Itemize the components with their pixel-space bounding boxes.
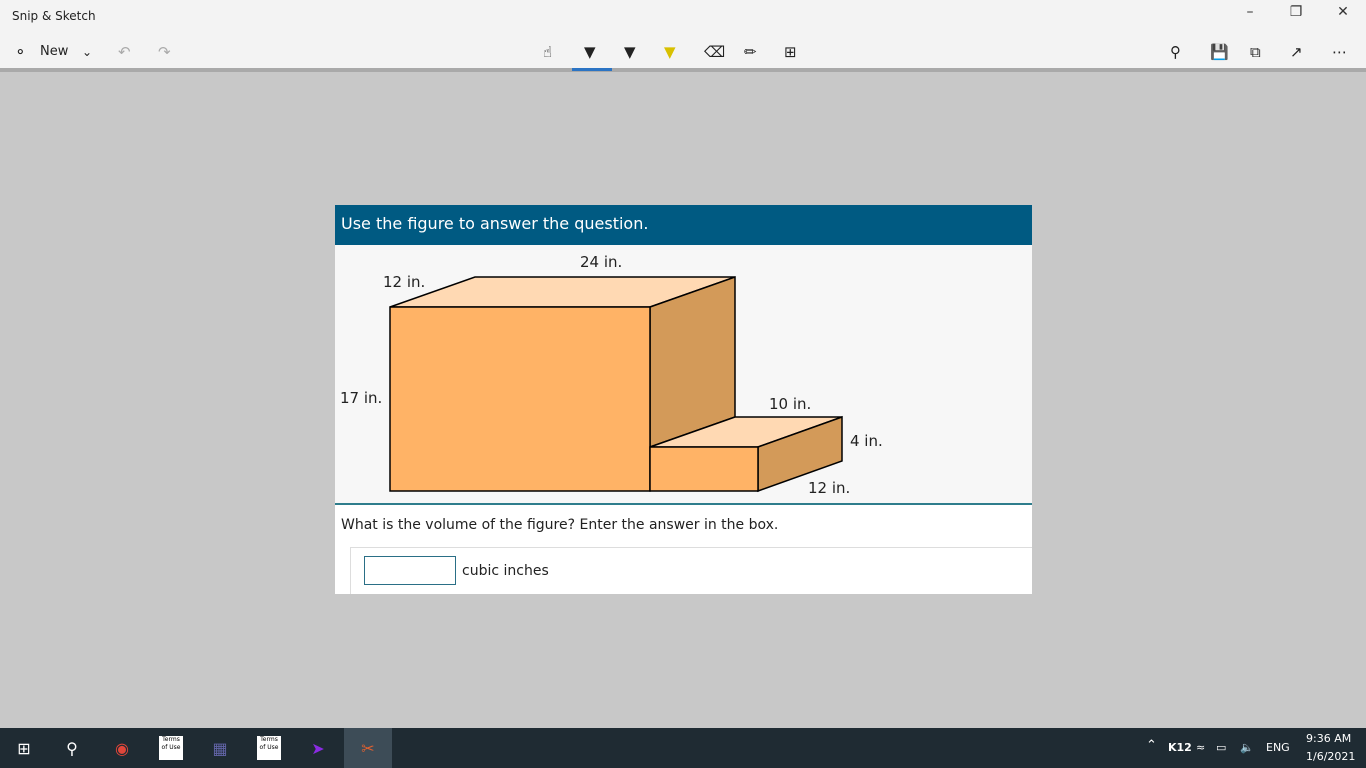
teams-icon[interactable]: ▦ xyxy=(196,728,244,768)
answer-area: cubic inches xyxy=(350,547,1032,594)
chevron-down-icon[interactable]: ⌄ xyxy=(82,40,92,64)
minimize-button[interactable]: – xyxy=(1227,4,1273,28)
clock-time[interactable]: 9:36 AM xyxy=(1306,732,1351,745)
small-front-face xyxy=(649,446,759,492)
clock-date[interactable]: 1/6/2021 xyxy=(1306,750,1355,763)
ballpoint-pen-icon[interactable]: ▼ xyxy=(584,40,596,64)
crop-icon[interactable]: ⊞ xyxy=(784,40,797,64)
tray-chevron-up-icon[interactable]: ⌃ xyxy=(1146,738,1157,753)
save-icon[interactable]: 💾 xyxy=(1210,40,1229,64)
copy-icon[interactable]: ⧉ xyxy=(1250,40,1261,64)
window-title: Snip & Sketch xyxy=(12,9,96,23)
touch-writing-icon[interactable]: ☝ xyxy=(543,40,552,64)
share-icon[interactable]: ↗ xyxy=(1290,40,1303,64)
power-automate-icon[interactable]: ➤ xyxy=(294,728,342,768)
wifi-icon[interactable]: ≈ xyxy=(1196,741,1205,754)
question-prompt: What is the volume of the figure? Enter … xyxy=(341,517,779,533)
ruler-icon[interactable]: ✏ xyxy=(744,40,757,64)
volume-icon[interactable]: 🔈 xyxy=(1240,741,1254,754)
new-snip-icon[interactable]: ⚬ xyxy=(14,40,27,64)
answer-input[interactable] xyxy=(364,556,456,585)
selected-tool-indicator xyxy=(572,68,612,71)
highlighter-icon[interactable]: ▼ xyxy=(664,40,676,64)
language-indicator[interactable]: ENG xyxy=(1266,741,1290,754)
more-icon[interactable]: ⋯ xyxy=(1332,40,1347,64)
eraser-icon[interactable]: ⌫ xyxy=(704,40,725,64)
title-bar: Snip & Sketch – ❐ ✕ xyxy=(0,0,1366,32)
question-panel: Use the figure to answer the question. 1… xyxy=(335,205,1032,594)
label-big-height: 17 in. xyxy=(340,389,382,407)
restore-button[interactable]: ❐ xyxy=(1273,4,1319,28)
terms-app-2[interactable]: Terms of Use xyxy=(245,728,293,768)
search-icon[interactable]: ⚲ xyxy=(48,728,96,768)
label-small-depth: 12 in. xyxy=(808,479,850,497)
label-small-width: 10 in. xyxy=(769,395,811,413)
redo-icon[interactable]: ↷ xyxy=(158,40,171,64)
terms-app-1[interactable]: Terms of Use xyxy=(147,728,195,768)
start-windows-icon[interactable]: ⊞ xyxy=(0,728,48,768)
snip-sketch-icon[interactable]: ✂ xyxy=(344,728,392,768)
new-button[interactable]: New xyxy=(40,40,68,64)
label-big-width: 24 in. xyxy=(580,253,622,271)
unit-label: cubic inches xyxy=(462,563,549,579)
label-big-depth: 12 in. xyxy=(383,273,425,291)
taskbar: ⊞ ⚲ ◉ Terms of Use ▦ Terms of Use ➤ ✂ ⌃ … xyxy=(0,728,1366,768)
undo-icon[interactable]: ↶ xyxy=(118,40,131,64)
question-header: Use the figure to answer the question. xyxy=(335,205,1032,245)
zoom-icon[interactable]: ⚲ xyxy=(1170,40,1181,64)
chrome-icon[interactable]: ◉ xyxy=(98,728,146,768)
label-small-height: 4 in. xyxy=(850,432,883,450)
battery-icon[interactable]: ▭ xyxy=(1216,741,1226,754)
k12-tray[interactable]: K12 xyxy=(1168,741,1192,754)
close-button[interactable]: ✕ xyxy=(1320,4,1366,28)
toolbar: ⚬ New ⌄ ↶ ↷ ☝ ▼ ▼ ▼ ⌫ ✏ ⊞ ⚲ 💾 ⧉ ↗ ⋯ xyxy=(0,32,1366,72)
pencil-icon[interactable]: ▼ xyxy=(624,40,636,64)
figure: 12 in. 24 in. 17 in. 10 in. 4 in. 12 in. xyxy=(335,245,1032,505)
big-front-face xyxy=(389,306,651,492)
